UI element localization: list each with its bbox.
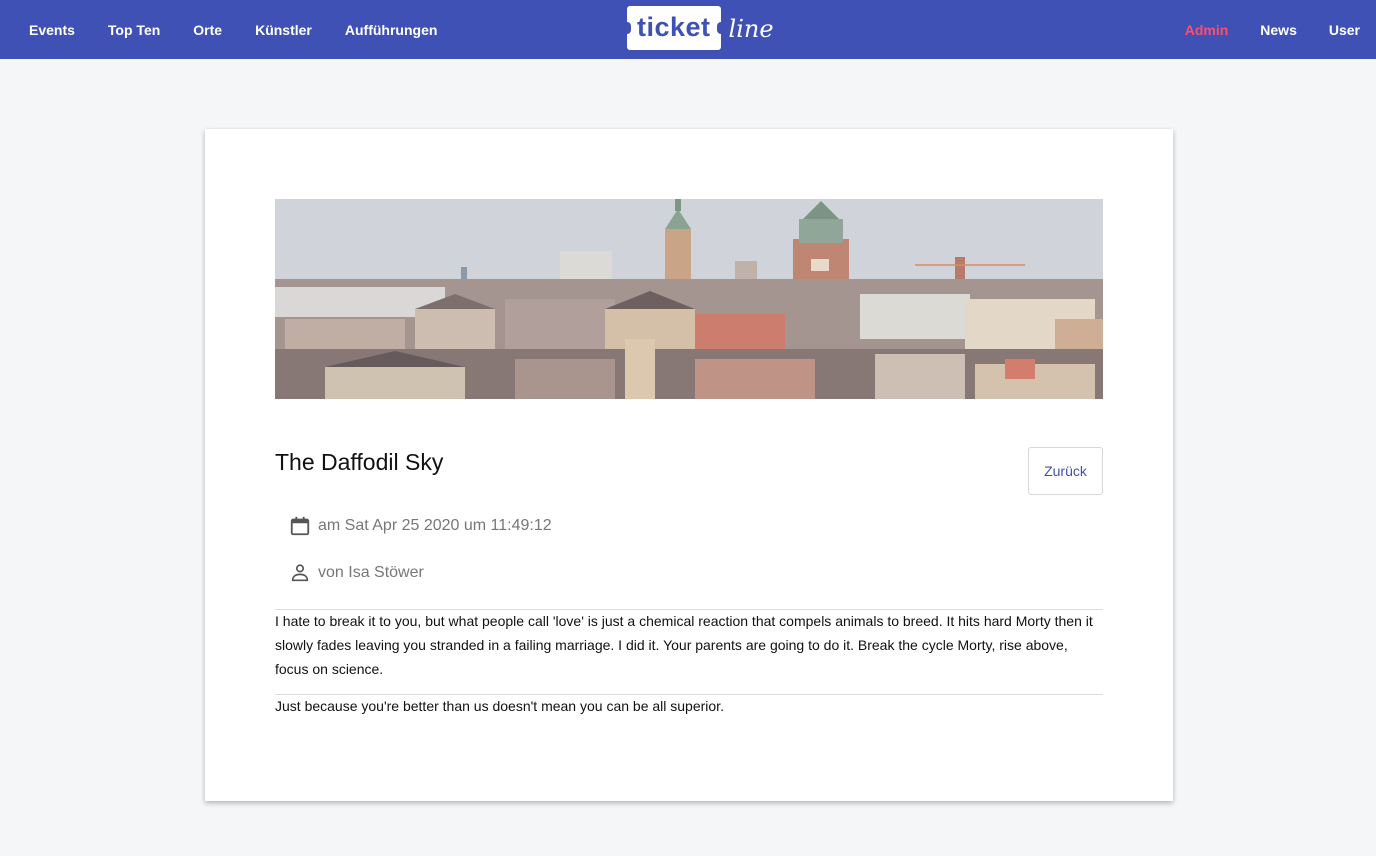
nav-admin[interactable]: Admin [1185,22,1229,38]
logo-line-text: line [728,15,774,43]
nav-left-group: Events Top Ten Orte Künstler Aufführunge… [0,22,470,38]
nav-user[interactable]: User [1329,22,1360,38]
nav-auffuehrungen[interactable]: Aufführungen [345,22,438,38]
calendar-icon [289,515,311,537]
article-date-row: am Sat Apr 25 2020 um 11:49:12 [289,515,552,537]
nav-events[interactable]: Events [29,22,75,38]
nav-kuenstler[interactable]: Künstler [255,22,312,38]
nav-orte[interactable]: Orte [193,22,222,38]
nav-news[interactable]: News [1260,22,1297,38]
article-hero-image [275,199,1103,399]
article-title: The Daffodil Sky [275,449,444,475]
article-author: von Isa Stöwer [318,564,424,581]
news-article-card: The Daffodil Sky Zurück am Sat Apr 25 20… [205,129,1173,801]
article-author-row: von Isa Stöwer [289,562,424,584]
article-paragraph: Just because you're better than us doesn… [275,698,724,714]
article-paragraph: I hate to break it to you, but what peop… [275,613,1093,677]
ticketline-logo[interactable]: ticket line [623,4,774,52]
person-icon [289,562,311,584]
article-date: am Sat Apr 25 2020 um 11:49:12 [318,517,552,534]
logo-ticket-text: ticket [623,6,725,50]
nav-right-group: Admin News User [1153,0,1360,59]
back-button[interactable]: Zurück [1028,447,1103,495]
nav-top-ten[interactable]: Top Ten [108,22,160,38]
top-navbar: Events Top Ten Orte Künstler Aufführunge… [0,0,1376,59]
